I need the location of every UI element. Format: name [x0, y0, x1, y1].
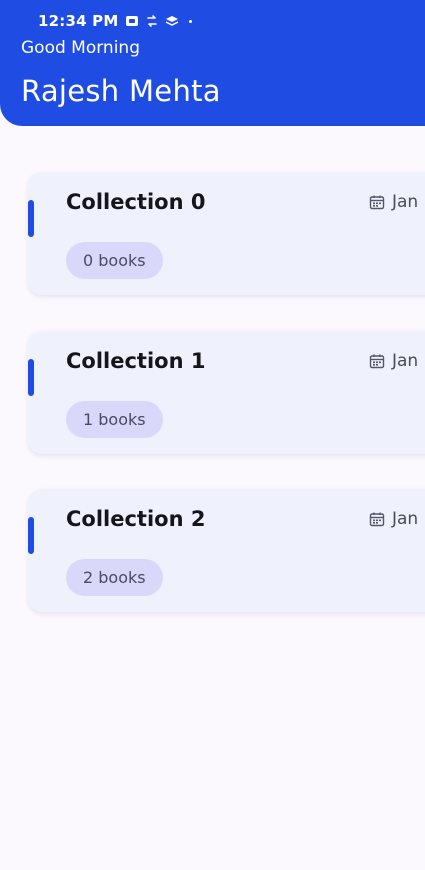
card-accent-bar [28, 359, 34, 396]
collection-date: Jan [369, 351, 418, 371]
header: 12:34 PM Good Morning Rajesh Mehta [0, 0, 425, 126]
app-screen: 12:34 PM Good Morning Rajesh Mehta Colle… [0, 0, 425, 870]
collection-title: Collection 0 [66, 190, 206, 214]
greeting-text: Good Morning [21, 38, 140, 58]
collection-date-text: Jan [392, 351, 419, 371]
screen-record-icon [125, 14, 139, 28]
user-name: Rajesh Mehta [21, 74, 221, 108]
status-bar: 12:34 PM [38, 10, 192, 32]
collection-date-text: Jan [392, 509, 419, 529]
layers-icon [165, 14, 179, 28]
dot-icon [188, 19, 192, 23]
status-time: 12:34 PM [38, 12, 119, 30]
calendar-icon [369, 353, 385, 369]
collection-card-0[interactable]: Collection 0 Jan 0 books [28, 172, 425, 295]
calendar-icon [369, 194, 385, 210]
sync-icon [145, 14, 159, 28]
book-count-badge: 2 books [66, 559, 163, 596]
collection-date: Jan [369, 192, 418, 212]
collection-date: Jan [369, 509, 418, 529]
calendar-icon [369, 511, 385, 527]
card-accent-bar [28, 517, 34, 554]
collection-title: Collection 1 [66, 349, 206, 373]
book-count-badge: 0 books [66, 242, 163, 279]
collection-card-1[interactable]: Collection 1 Jan 1 books [28, 331, 425, 454]
collection-date-text: Jan [392, 192, 419, 212]
collection-title: Collection 2 [66, 507, 206, 531]
card-accent-bar [28, 200, 34, 237]
book-count-badge: 1 books [66, 401, 163, 438]
collection-card-2[interactable]: Collection 2 Jan 2 books [28, 489, 425, 612]
